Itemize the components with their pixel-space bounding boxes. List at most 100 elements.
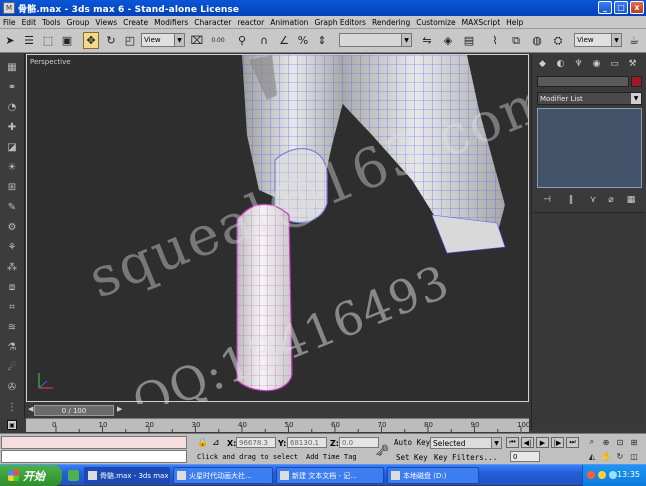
extras-icon[interactable]: ⋮ (4, 400, 20, 414)
task-browser[interactable]: 火星时代动画大社... (173, 467, 273, 484)
start-button[interactable]: 开始 (0, 465, 62, 486)
maximize-button[interactable]: □ (614, 1, 628, 14)
systems-icon[interactable]: ⚙ (4, 220, 20, 234)
utilities-icon[interactable]: ⚒ (626, 57, 639, 70)
object-name-field[interactable] (537, 76, 629, 87)
minimize-button[interactable]: _ (598, 1, 612, 14)
schematic-icon[interactable]: ⧉ (508, 32, 524, 49)
menu-reactor[interactable]: reactor (234, 18, 267, 27)
menu-maxscript[interactable]: MAXScript (459, 18, 504, 27)
curve-editor-icon[interactable]: ⌇ (487, 32, 503, 49)
go-to-end-icon[interactable]: ⏭ (566, 437, 579, 448)
angle-snap-icon[interactable]: ∠ (276, 32, 292, 49)
play-icon[interactable]: ▶ (536, 437, 549, 448)
lock-icon[interactable]: 🔒 (197, 438, 208, 448)
key-icon[interactable]: 🗝 (372, 444, 392, 457)
absolute-mode-icon[interactable]: ⊿ (212, 438, 220, 448)
camera-icon[interactable]: ◪ (4, 140, 20, 154)
render-view-combo[interactable]: View ▼ (574, 33, 622, 47)
window-crossing-icon[interactable]: ▣ (59, 32, 75, 49)
zoom-icon[interactable]: ⌕ (586, 437, 598, 447)
compound-icon[interactable]: ⧈ (4, 280, 20, 294)
remove-modifier-icon[interactable]: ⌀ (604, 194, 618, 206)
mirror-icon[interactable]: ⇋ (419, 32, 435, 49)
menu-group[interactable]: Group (64, 18, 93, 27)
x-coordinate-field[interactable]: 96678.3 (236, 437, 276, 448)
rotate-icon[interactable]: ↻ (103, 32, 119, 49)
menu-character[interactable]: Character (191, 18, 234, 27)
motion-icon[interactable]: ◉ (590, 57, 603, 70)
lights-icon[interactable]: ☀ (4, 160, 20, 174)
set-key-button[interactable]: Set Key (396, 453, 428, 462)
current-frame-field[interactable]: 0 (510, 451, 540, 462)
selected-combo[interactable]: Selected ▼ (430, 437, 502, 449)
reference-coord-combo[interactable]: View ▼ (141, 33, 185, 47)
show-end-result-icon[interactable]: ‖ (564, 194, 578, 206)
quick-render-icon[interactable]: ☕ (626, 32, 642, 49)
zoom-all-icon[interactable]: ⊕ (600, 437, 612, 447)
hierarchy-icon[interactable]: ♆ (572, 57, 585, 70)
menu-views[interactable]: Views (92, 18, 120, 27)
snap-2d-icon[interactable]: ∩ (256, 32, 272, 49)
pivot-icon[interactable]: ⌧ (189, 32, 205, 49)
menu-edit[interactable]: Edit (19, 18, 40, 27)
spinner-snap-icon[interactable]: ⇕ (314, 32, 330, 49)
close-button[interactable]: x (630, 1, 644, 14)
tray-antivirus-icon[interactable] (587, 471, 595, 479)
3ds-max-icon[interactable]: M (3, 2, 15, 14)
select-manipulate-icon[interactable]: ⚲ (234, 32, 250, 49)
mental-ray-icon[interactable]: ☄ (4, 360, 20, 374)
key-filters-button[interactable]: Key Filters... (434, 453, 497, 462)
named-selection-combo[interactable]: ▼ (339, 33, 412, 47)
layer-icon[interactable]: ▤ (461, 32, 477, 49)
menu-animation[interactable]: Animation (267, 18, 311, 27)
pin-stack-icon[interactable]: ⊣ (540, 194, 554, 206)
modifier-stack[interactable] (537, 108, 642, 188)
add-time-tag-button[interactable]: Add Time Tag (306, 453, 357, 461)
percent-snap-icon[interactable]: % (295, 32, 311, 49)
chevron-right-icon[interactable]: ▶ (117, 405, 122, 413)
link-icon[interactable]: ⚭ (4, 80, 20, 94)
tray-volume-icon[interactable] (598, 471, 606, 479)
menu-file[interactable]: File (0, 18, 19, 27)
create-icon[interactable]: ◆ (536, 57, 549, 70)
previous-frame-icon[interactable]: ◀| (521, 437, 534, 448)
space-warps-icon[interactable]: ✎ (4, 200, 20, 214)
menu-modifiers[interactable]: Modifiers (151, 18, 191, 27)
rect-selection-icon[interactable]: ⬚ (40, 32, 56, 49)
menu-graph-editors[interactable]: Graph Editors (311, 18, 369, 27)
maximize-viewport-icon[interactable]: ◫ (628, 451, 640, 461)
task-explorer[interactable]: 本地磁盘 (D:) (387, 467, 479, 484)
bone-icon[interactable]: ⚘ (4, 240, 20, 254)
pan-icon[interactable]: ✋ (600, 451, 612, 461)
display-icon[interactable]: ▭ (608, 57, 621, 70)
menu-help[interactable]: Help (503, 18, 526, 27)
zoom-extents-icon[interactable]: ⊡ (614, 437, 626, 447)
maxscript-listener-bottom[interactable] (1, 450, 187, 463)
maxscript-listener-top[interactable] (1, 436, 187, 449)
render-setup-icon[interactable]: ⛭ (550, 32, 566, 49)
track-bar[interactable]: 0 10 20 30 40 50 60 70 80 90 100 (26, 418, 529, 433)
auto-key-button[interactable]: Auto Key (394, 438, 430, 447)
chevron-left-icon[interactable]: ◀ (28, 405, 33, 413)
reactor-icon[interactable]: ✇ (4, 380, 20, 394)
tray-network-icon[interactable] (609, 471, 617, 479)
menu-rendering[interactable]: Rendering (369, 18, 413, 27)
modifier-list-dropdown[interactable]: Modifier List ▼ (537, 92, 642, 105)
menu-create[interactable]: Create (120, 18, 151, 27)
align-icon[interactable]: ◈ (440, 32, 456, 49)
make-unique-icon[interactable]: ⋎ (586, 194, 600, 206)
helpers-icon[interactable]: ⊞ (4, 180, 20, 194)
task-notepad[interactable]: 新建 文本文档 - 记... (276, 467, 384, 484)
select-by-name-icon[interactable]: ☰ (21, 32, 37, 49)
material-editor-icon[interactable]: ◍ (529, 32, 545, 49)
bind-icon[interactable]: ◔ (4, 100, 20, 114)
menu-tools[interactable]: Tools (39, 18, 63, 27)
menu-customize[interactable]: Customize (413, 18, 458, 27)
configure-sets-icon[interactable]: ▦ (624, 194, 638, 206)
particles-icon[interactable]: ⁂ (4, 260, 20, 274)
modify-icon[interactable]: ◐ (554, 57, 567, 70)
object-color-swatch[interactable] (631, 76, 642, 87)
arc-rotate-icon[interactable]: ↻ (614, 451, 626, 461)
move-icon[interactable]: ✥ (83, 32, 99, 49)
